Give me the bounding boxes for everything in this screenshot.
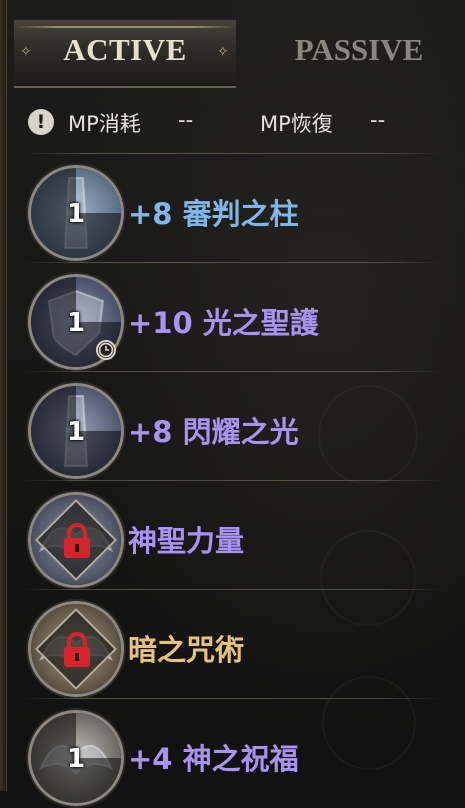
- skill-enhance-level: +8: [128, 415, 173, 449]
- skill-row[interactable]: 神聖力量: [22, 482, 447, 590]
- mp-cost-label: MP消耗: [68, 112, 141, 136]
- info-icon[interactable]: !: [28, 109, 54, 135]
- clock-icon: [96, 340, 116, 360]
- skill-enhance-level: +8: [128, 197, 173, 231]
- skill-name-label: 暗之咒術: [128, 633, 245, 667]
- skill-level: 1: [66, 744, 86, 774]
- skill-row[interactable]: 暗之咒術: [22, 591, 447, 699]
- divider: [22, 480, 442, 481]
- skill-level: 1: [66, 199, 86, 229]
- panel-left-border: [0, 0, 7, 791]
- skill-tabs: ✧ ✧ ACTIVE PASSIVE: [14, 14, 454, 90]
- pillar-skill-icon: 1: [28, 165, 124, 261]
- skill-row[interactable]: 1 +8 審判之柱: [22, 155, 447, 263]
- lock-icon: [64, 523, 90, 558]
- divider: [22, 371, 442, 372]
- mp-info-row: ! MP消耗 -- MP恢復 --: [28, 108, 448, 138]
- mp-cost-value: --: [178, 108, 194, 132]
- skill-name: +8 閃耀之光: [128, 409, 299, 451]
- skill-name: +4 神之祝福: [128, 736, 299, 778]
- skill-name: +8 審判之柱: [128, 191, 299, 233]
- wings-skill-icon: [28, 492, 124, 588]
- skill-name-label: 神聖力量: [128, 524, 245, 558]
- radiance-skill-icon: 1: [28, 383, 124, 479]
- lock-icon: [64, 632, 90, 667]
- blessing-skill-icon: 1: [28, 710, 124, 806]
- skill-name: 暗之咒術: [128, 627, 244, 669]
- skill-row[interactable]: 1 +10 光之聖護: [22, 264, 447, 372]
- skill-name-label: 審判之柱: [182, 197, 299, 231]
- tab-passive[interactable]: PASSIVE: [264, 32, 454, 68]
- skill-panel: ✧ ✧ ACTIVE PASSIVE ! MP消耗 -- MP恢復 -- 1 +8…: [0, 0, 465, 806]
- skill-level: 1: [66, 308, 86, 338]
- skill-name: +10 光之聖護: [128, 300, 319, 342]
- skill-enhance-level: +10: [128, 306, 193, 340]
- skill-name-label: 閃耀之光: [182, 415, 299, 449]
- skill-name-label: 光之聖護: [202, 306, 319, 340]
- divider: [22, 153, 442, 154]
- skill-name: 神聖力量: [128, 518, 244, 560]
- curse-skill-icon: [28, 601, 124, 697]
- divider: [22, 589, 442, 590]
- mp-regen-value: --: [370, 108, 386, 132]
- skill-level: 1: [66, 417, 86, 447]
- skill-enhance-level: +4: [128, 742, 173, 776]
- skill-name-label: 神之祝福: [182, 742, 299, 776]
- skill-row[interactable]: 1 +4 神之祝福: [22, 700, 447, 808]
- mp-regen-label: MP恢復: [260, 112, 333, 136]
- tab-active-label: ACTIVE: [63, 32, 187, 67]
- divider: [22, 698, 442, 699]
- divider: [22, 262, 442, 263]
- skill-row[interactable]: 1 +8 閃耀之光: [22, 373, 447, 481]
